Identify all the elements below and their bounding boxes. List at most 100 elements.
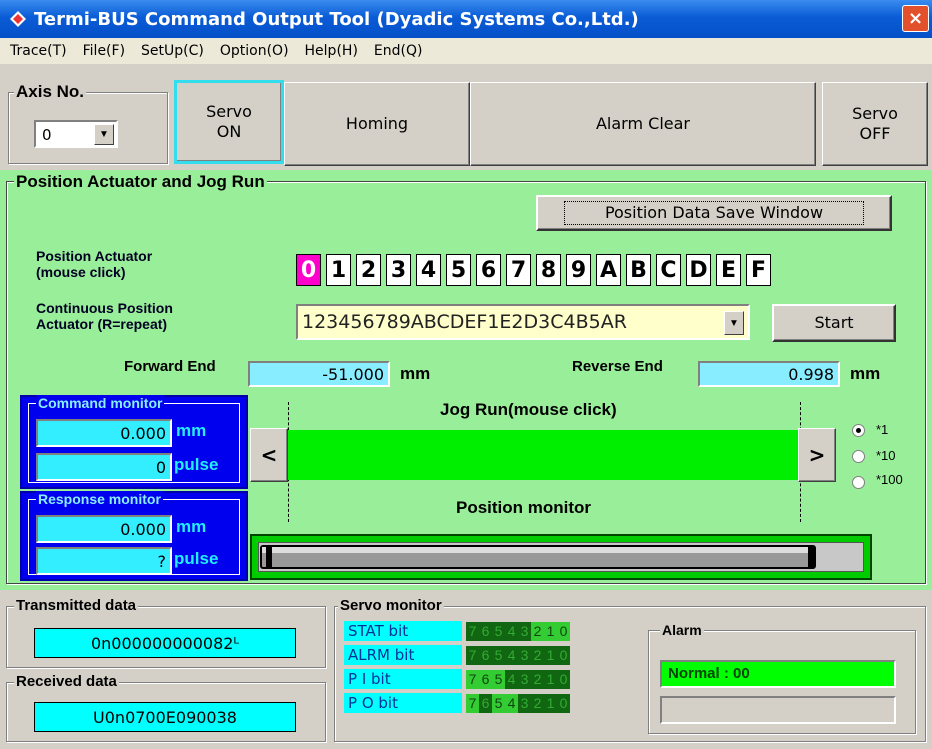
- response-mm-unit: mm: [176, 517, 207, 536]
- position-cell-d[interactable]: D: [686, 254, 711, 286]
- axis-label: Axis No.: [14, 82, 87, 101]
- reverse-end-value: 0.998: [788, 364, 834, 384]
- start-label: Start: [814, 313, 854, 332]
- servo-bit: 1: [544, 693, 557, 713]
- radio-x100[interactable]: [852, 476, 865, 489]
- servo-bit: 6: [479, 669, 492, 689]
- radio-x1[interactable]: [852, 424, 865, 437]
- command-monitor-title: Command monitor: [36, 395, 165, 411]
- position-cell-3[interactable]: 3: [386, 254, 411, 286]
- menu-file[interactable]: File(F): [83, 43, 125, 59]
- close-button[interactable]: ×: [902, 5, 929, 32]
- radio-x10[interactable]: [852, 450, 865, 463]
- continuous-actuator-label: Continuous Position Actuator (R=repeat): [36, 300, 173, 332]
- menu-help[interactable]: Help(H): [305, 43, 358, 59]
- position-data-save-button[interactable]: Position Data Save Window: [536, 195, 892, 231]
- menu-option[interactable]: Option(O): [220, 43, 289, 59]
- servo-bit: 7: [466, 645, 479, 665]
- servo-bit: 5: [492, 693, 505, 713]
- command-pulse-field: 0: [36, 453, 172, 481]
- chevron-down-icon[interactable]: ▼: [94, 124, 114, 145]
- servo-row: ALRM bit 7 6 5 4 3 2 1 0: [344, 644, 634, 666]
- response-pulse-field: ?: [36, 547, 172, 575]
- menu-end[interactable]: End(Q): [374, 43, 423, 59]
- chevron-down-icon[interactable]: ▼: [724, 311, 744, 335]
- alarm-extra-field: [660, 696, 896, 724]
- homing-label: Homing: [345, 114, 409, 133]
- servo-bit: 5: [492, 645, 505, 665]
- servo-bit: 2: [531, 669, 544, 689]
- servo-on-label-1: Servo: [206, 102, 252, 121]
- alarm-status: Normal : 00: [660, 660, 896, 688]
- servo-bit: 2: [531, 693, 544, 713]
- servo-bit: 0: [557, 645, 570, 665]
- position-cell-8[interactable]: 8: [536, 254, 561, 286]
- position-cell-c[interactable]: C: [656, 254, 681, 286]
- servo-bit: 0: [557, 669, 570, 689]
- position-cell-4[interactable]: 4: [416, 254, 441, 286]
- alarm-title: Alarm: [660, 622, 704, 638]
- title-bar[interactable]: Termi-BUS Command Output Tool (Dyadic Sy…: [0, 0, 932, 38]
- close-icon: ×: [907, 8, 924, 29]
- position-cell-9[interactable]: 9: [566, 254, 591, 286]
- axis-select[interactable]: 0 ▼: [34, 120, 118, 148]
- servo-row: STAT bit 7 6 5 4 3 2 1 0: [344, 620, 634, 642]
- pa-label-line1: Position Actuator: [36, 248, 153, 264]
- received-value: U0n0700E090038: [34, 702, 296, 732]
- servo-bit: 2: [531, 621, 544, 641]
- position-cell-2[interactable]: 2: [356, 254, 381, 286]
- position-cell-5[interactable]: 5: [446, 254, 471, 286]
- servo-bit: 7: [466, 669, 479, 689]
- jog-right-button[interactable]: >: [798, 428, 836, 482]
- servo-row-label: P O bit: [344, 693, 462, 713]
- transmitted-title: Transmitted data: [14, 597, 139, 614]
- app-diamond-icon: [10, 11, 26, 27]
- position-cell-a[interactable]: A: [596, 254, 621, 286]
- servo-bit: 3: [518, 621, 531, 641]
- position-cell-7[interactable]: 7: [506, 254, 531, 286]
- right-marker: [808, 546, 814, 568]
- jog-run-bar[interactable]: [288, 430, 798, 480]
- servo-bit: 0: [557, 621, 570, 641]
- position-cell-0[interactable]: 0: [296, 254, 321, 286]
- alarm-clear-label: Alarm Clear: [595, 114, 690, 133]
- position-cell-b[interactable]: B: [626, 254, 651, 286]
- transmitted-value: 0n000000000082ᴸ: [34, 628, 296, 658]
- menu-setup[interactable]: SetUp(C): [141, 43, 204, 59]
- servo-on-button[interactable]: Servo ON: [174, 80, 284, 164]
- position-data-save-label: Position Data Save Window: [563, 201, 865, 225]
- continuous-sequence-select[interactable]: 123456789ABCDEF1E2D3C4B5AR ▼: [296, 304, 750, 340]
- radio-x1-label: *1: [876, 422, 889, 437]
- servo-bit: 4: [505, 693, 518, 713]
- servo-bit: 3: [518, 669, 531, 689]
- servo-bit: 7: [466, 621, 479, 641]
- pa-label-line2: (mouse click): [36, 264, 126, 280]
- position-cell-1[interactable]: 1: [326, 254, 351, 286]
- forward-end-field[interactable]: -51.000: [248, 361, 390, 387]
- radio-x10-label: *10: [876, 448, 896, 463]
- servo-on-label-2: ON: [216, 122, 242, 141]
- position-cell-6[interactable]: 6: [476, 254, 501, 286]
- servo-off-button[interactable]: Servo OFF: [822, 82, 928, 166]
- reverse-end-unit: mm: [850, 364, 881, 383]
- position-monitor-track: [250, 534, 872, 580]
- jog-left-button[interactable]: <: [250, 428, 288, 482]
- servo-bit: 3: [518, 645, 531, 665]
- command-mm-value: 0.000: [120, 423, 166, 443]
- servo-bit: 6: [479, 693, 492, 713]
- menu-trace[interactable]: Trace(T): [10, 43, 67, 59]
- jog-run-label: Jog Run(mouse click): [440, 400, 617, 419]
- servo-monitor-title: Servo monitor: [338, 597, 444, 614]
- alarm-clear-button[interactable]: Alarm Clear: [470, 82, 816, 166]
- servo-row: P O bit 7 6 5 4 3 2 1 0: [344, 692, 634, 714]
- reverse-end-field[interactable]: 0.998: [698, 361, 840, 387]
- servo-bit: 3: [518, 693, 531, 713]
- homing-button[interactable]: Homing: [284, 82, 470, 166]
- servo-off-label-1: Servo: [852, 104, 898, 123]
- position-cell-f[interactable]: F: [746, 254, 771, 286]
- position-cell-e[interactable]: E: [716, 254, 741, 286]
- command-monitor-box: Command monitor 0.000 mm 0 pulse: [20, 395, 248, 489]
- servo-bit: 6: [479, 645, 492, 665]
- start-button[interactable]: Start: [772, 304, 896, 342]
- servo-bit: 4: [505, 645, 518, 665]
